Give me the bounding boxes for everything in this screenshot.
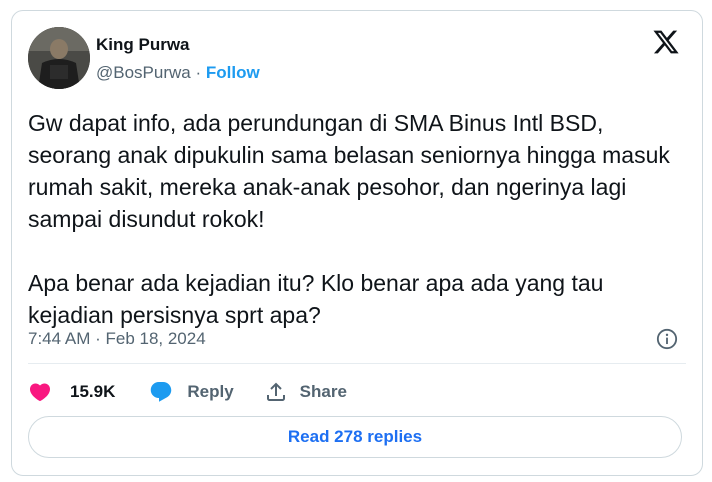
share-button[interactable]: Share bbox=[264, 380, 347, 404]
tweet-paragraph: Apa benar ada kejadian itu? Klo benar ap… bbox=[28, 270, 604, 328]
tweet-text: Gw dapat info, ada perundungan di SMA Bi… bbox=[28, 107, 688, 331]
follow-link[interactable]: Follow bbox=[206, 63, 260, 82]
avatar[interactable] bbox=[28, 27, 90, 89]
tweet-paragraph: Gw dapat info, ada perundungan di SMA Bi… bbox=[28, 110, 670, 232]
separator-dot: · bbox=[195, 63, 202, 82]
share-icon bbox=[266, 382, 285, 401]
divider bbox=[28, 363, 686, 364]
tweet-card: King Purwa @BosPurwa · Follow Gw dapat i… bbox=[11, 10, 703, 476]
read-replies-button[interactable]: Read 278 replies bbox=[28, 416, 682, 458]
reply-button[interactable]: Reply bbox=[149, 380, 234, 404]
author-name[interactable]: King Purwa bbox=[96, 35, 190, 55]
reply-label: Reply bbox=[187, 382, 234, 401]
like-count: 15.9K bbox=[70, 382, 116, 401]
share-label: Share bbox=[299, 382, 347, 401]
tweet-timestamp[interactable]: 7:44 AM · Feb 18, 2024 bbox=[28, 329, 206, 349]
reply-bubble-icon bbox=[151, 382, 172, 402]
x-logo-icon[interactable] bbox=[652, 28, 680, 56]
author-handle-row: @BosPurwa · Follow bbox=[96, 63, 260, 83]
info-icon[interactable] bbox=[656, 328, 678, 350]
heart-icon bbox=[29, 383, 51, 402]
author-handle[interactable]: @BosPurwa bbox=[96, 63, 191, 82]
tweet-actions: 15.9K Reply Share bbox=[28, 378, 347, 406]
avatar-image bbox=[28, 27, 90, 89]
like-button[interactable]: 15.9K bbox=[28, 380, 115, 404]
